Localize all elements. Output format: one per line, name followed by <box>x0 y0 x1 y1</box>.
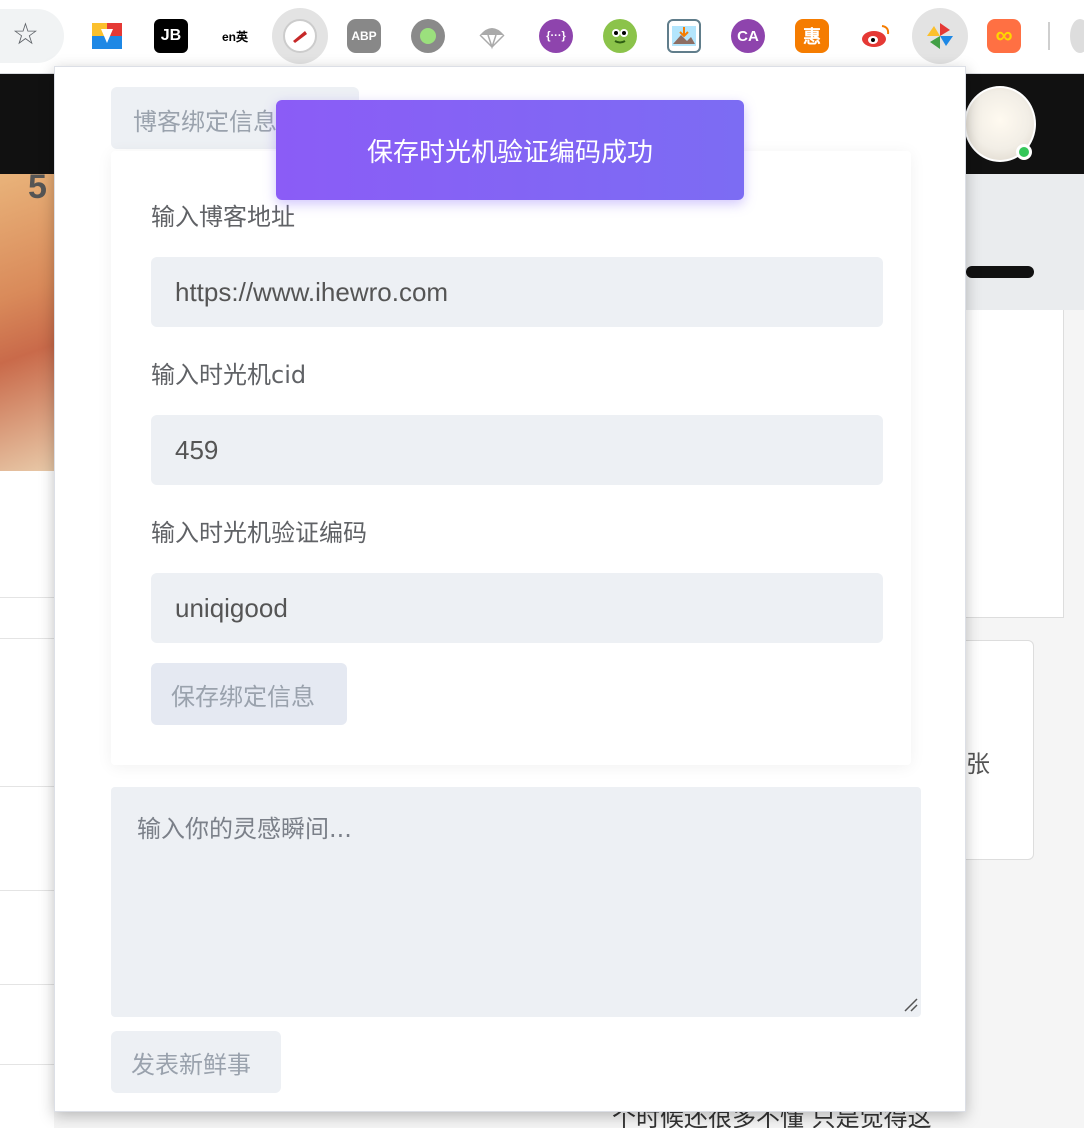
resize-handle-icon[interactable] <box>901 995 919 1013</box>
weibo-icon[interactable] <box>859 19 893 53</box>
browser-toolbar: ☆ JB en英 ABP {···} CA 惠 ∞ <box>0 0 1084 74</box>
cid-label: 输入时光机cid <box>151 361 307 389</box>
green-circle-icon[interactable] <box>411 19 445 53</box>
divider <box>0 890 54 891</box>
toolbar-separator <box>1048 22 1050 50</box>
jetbrains-icon[interactable]: JB <box>154 19 188 53</box>
google-drive-icon[interactable] <box>90 19 124 53</box>
inspiration-textarea[interactable]: 输入你的灵感瞬间... <box>111 787 921 1017</box>
dev-tools-icon[interactable]: {···} <box>539 19 573 53</box>
pinwheel-icon[interactable] <box>923 19 957 53</box>
parachute-icon[interactable] <box>475 19 509 53</box>
divider <box>0 1064 54 1065</box>
extension-popup: 博客绑定信息 输入博客地址 https://www.ihewro.com 输入时… <box>54 66 966 1112</box>
profile-icon[interactable] <box>1070 19 1084 53</box>
translate-icon[interactable]: en英 <box>218 19 252 53</box>
infinity-icon[interactable]: ∞ <box>987 19 1021 53</box>
binding-form: 输入博客地址 https://www.ihewro.com 输入时光机cid 4… <box>111 151 911 765</box>
save-binding-button[interactable]: 保存绑定信息 <box>151 663 347 725</box>
tab-extension-icon[interactable] <box>283 19 317 53</box>
alien-face-icon[interactable] <box>603 19 637 53</box>
image-download-icon[interactable] <box>667 19 701 53</box>
divider <box>0 638 54 639</box>
header-artwork <box>0 174 54 471</box>
toast-message: 保存时光机验证编码成功 <box>366 137 653 168</box>
verify-code-input[interactable]: uniqigood <box>151 573 883 643</box>
profile-banner <box>966 174 1084 310</box>
hui-icon[interactable]: 惠 <box>795 19 829 53</box>
progress-bar <box>966 266 1034 278</box>
artwork-number: 5 <box>28 168 47 206</box>
star-icon: ☆ <box>12 17 39 52</box>
divider <box>0 984 54 985</box>
blog-url-label: 输入博客地址 <box>151 203 295 231</box>
cid-input[interactable]: 459 <box>151 415 883 485</box>
verify-code-label: 输入时光机验证编码 <box>151 519 367 547</box>
ca-icon[interactable]: CA <box>731 19 765 53</box>
sidebar-text: 张 <box>966 750 990 778</box>
success-toast: 保存时光机验证编码成功 <box>276 100 744 200</box>
post-button[interactable]: 发表新鲜事 <box>111 1031 281 1093</box>
online-status-dot <box>1016 144 1032 160</box>
bookmark-button[interactable]: ☆ <box>0 9 64 63</box>
left-content-panel <box>0 471 54 1128</box>
blog-url-input[interactable]: https://www.ihewro.com <box>151 257 883 327</box>
divider <box>0 786 54 787</box>
sidebar-card <box>966 310 1064 618</box>
divider <box>0 597 54 598</box>
adblock-plus-icon[interactable]: ABP <box>347 19 381 53</box>
